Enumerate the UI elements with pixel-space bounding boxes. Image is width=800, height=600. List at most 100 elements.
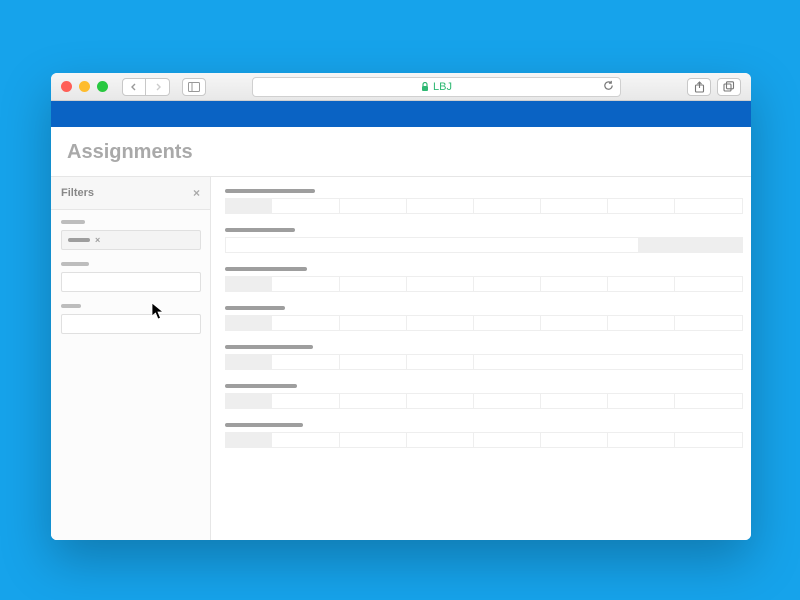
bar-segment (407, 355, 474, 369)
filter-tag-input[interactable]: × (61, 230, 201, 250)
assignment-row[interactable] (225, 189, 743, 214)
bar-segment (474, 316, 541, 330)
bar-segment (226, 355, 272, 369)
reload-icon[interactable] (603, 80, 614, 94)
bar-segment (675, 316, 742, 330)
bar-segment (608, 277, 675, 291)
bar-segment (407, 277, 474, 291)
bar-segment (272, 316, 339, 330)
close-icon[interactable]: × (193, 186, 200, 200)
assignment-row[interactable] (225, 267, 743, 292)
bar-segment (675, 433, 742, 447)
assignment-row[interactable] (225, 423, 743, 448)
share-button[interactable] (687, 78, 711, 96)
filters-panel: Filters × × (51, 176, 211, 540)
filters-title: Filters (61, 187, 94, 199)
row-label (225, 267, 307, 271)
assignment-row[interactable] (225, 306, 743, 331)
row-label (225, 423, 303, 427)
assignment-row[interactable] (225, 228, 743, 253)
bar-segment (690, 238, 742, 252)
titlebar: LBJ (51, 73, 751, 101)
bar-segment (541, 277, 608, 291)
maximize-window-icon[interactable] (97, 81, 108, 92)
bar-segment (541, 394, 608, 408)
filter-label (61, 220, 85, 224)
page-title: Assignments (51, 127, 751, 176)
filter-section-2 (61, 262, 200, 292)
filter-section-3 (61, 304, 200, 334)
filter-section-1: × (61, 220, 200, 250)
app-header-bar (51, 101, 751, 127)
tag-remove-icon[interactable]: × (95, 235, 100, 245)
filters-header: Filters × (51, 177, 210, 210)
filter-label (61, 262, 89, 266)
bar-segment (340, 277, 407, 291)
row-bar (225, 315, 743, 331)
bar-segment (272, 277, 339, 291)
sidebar-toggle-button[interactable] (182, 78, 206, 96)
bar-segment (226, 238, 639, 252)
bar-segment (608, 433, 675, 447)
bar-segment (407, 433, 474, 447)
bar-segment (407, 394, 474, 408)
row-label (225, 228, 295, 232)
bar-segment (407, 199, 474, 213)
bar-segment (608, 199, 675, 213)
bar-segment (226, 199, 272, 213)
bar-segment (226, 433, 272, 447)
lock-icon (421, 82, 429, 92)
bar-segment (608, 394, 675, 408)
assignment-row[interactable] (225, 384, 743, 409)
bar-segment (474, 355, 751, 369)
nav-buttons (122, 78, 170, 96)
filter-input[interactable] (61, 314, 201, 334)
row-bar (225, 432, 743, 448)
back-button[interactable] (122, 78, 146, 96)
bar-segment (474, 199, 541, 213)
bar-segment (340, 316, 407, 330)
bar-segment (639, 238, 691, 252)
row-bar (225, 276, 743, 292)
bar-segment (541, 199, 608, 213)
browser-window: LBJ Assignments Filters × (51, 73, 751, 540)
toolbar-right (687, 78, 741, 96)
url-text: LBJ (433, 81, 452, 93)
row-label (225, 189, 315, 193)
filter-label (61, 304, 81, 308)
row-label (225, 306, 285, 310)
assignments-list (211, 176, 751, 540)
url-display: LBJ (421, 81, 452, 93)
address-bar[interactable]: LBJ (252, 77, 621, 97)
bar-segment (226, 277, 272, 291)
bar-segment (675, 199, 742, 213)
bar-segment (272, 394, 339, 408)
forward-button[interactable] (146, 78, 170, 96)
bar-segment (340, 433, 407, 447)
window-controls (61, 81, 108, 92)
row-bar (225, 237, 743, 253)
row-bar (225, 393, 743, 409)
bar-segment (226, 316, 272, 330)
bar-segment (608, 316, 675, 330)
bar-segment (675, 277, 742, 291)
bar-segment (340, 394, 407, 408)
row-bar (225, 198, 743, 214)
bar-segment (340, 355, 407, 369)
tabs-button[interactable] (717, 78, 741, 96)
row-bar (225, 354, 743, 370)
row-label (225, 384, 297, 388)
bar-segment (474, 433, 541, 447)
minimize-window-icon[interactable] (79, 81, 90, 92)
bar-segment (272, 433, 339, 447)
close-window-icon[interactable] (61, 81, 72, 92)
bar-segment (226, 394, 272, 408)
page-body: Filters × × (51, 176, 751, 540)
filters-body: × (51, 210, 210, 356)
bar-segment (675, 394, 742, 408)
bar-segment (474, 394, 541, 408)
bar-segment (541, 316, 608, 330)
filter-tag (68, 238, 90, 242)
filter-input[interactable] (61, 272, 201, 292)
assignment-row[interactable] (225, 345, 743, 370)
